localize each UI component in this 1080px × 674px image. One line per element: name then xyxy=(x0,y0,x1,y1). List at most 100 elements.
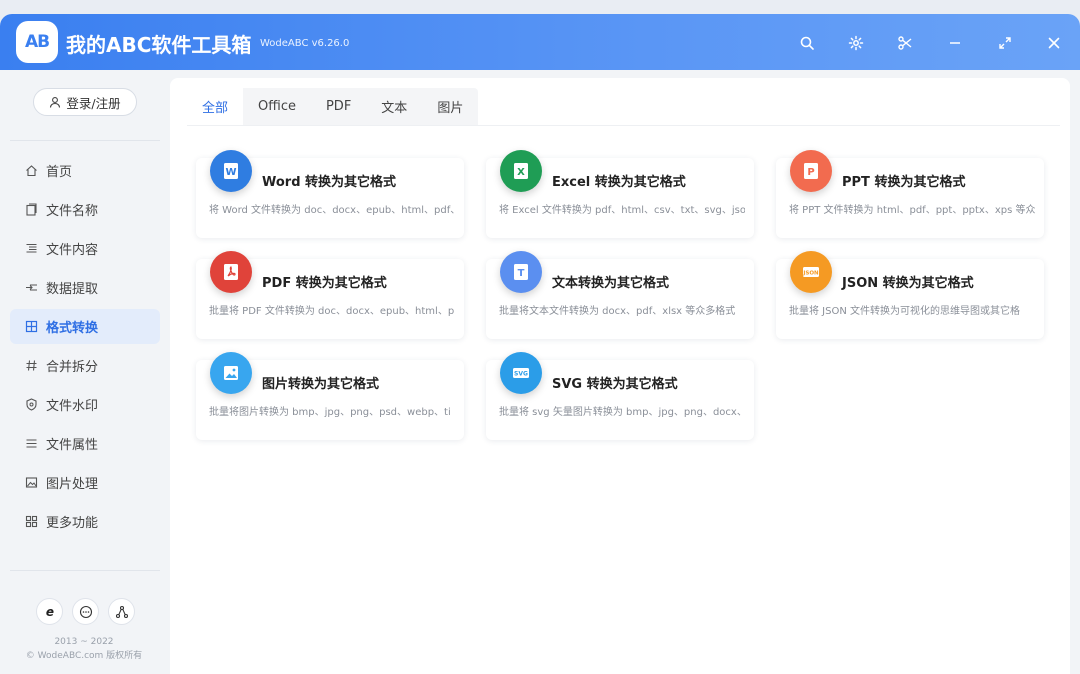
sidebar-item-more[interactable]: 更多功能 xyxy=(10,504,160,539)
file-name-icon xyxy=(25,203,37,216)
sidebar-item-home[interactable]: 首页 xyxy=(10,153,160,188)
sidebar-item-label: 数据提取 xyxy=(46,282,99,297)
data-extract-icon xyxy=(25,284,37,291)
app-logo: AB xyxy=(16,21,58,63)
sidebar-item-file-name[interactable]: 文件名称 xyxy=(10,192,160,227)
sidebar-item-image-process[interactable]: 图片处理 xyxy=(10,465,160,500)
ie-browser-icon: e xyxy=(45,605,53,619)
card-json[interactable]: JSON JSON 转换为其它格式 批量将 JSON 文件转换为可视化的思维导图… xyxy=(776,251,1044,339)
card-title: Word 转换为其它格式 xyxy=(262,175,397,190)
text-icon: T xyxy=(500,251,542,293)
search-icon xyxy=(800,36,814,50)
card-desc: 批量将文本文件转换为 docx、pdf、xlsx 等众多格式 xyxy=(499,306,736,317)
sidebar-item-file-content[interactable]: 文件内容 xyxy=(10,231,160,266)
tab-office[interactable]: Office xyxy=(243,88,311,125)
card-image[interactable]: 图片转换为其它格式 批量将图片转换为 bmp、jpg、png、psd、webp、… xyxy=(196,352,464,440)
sidebar-item-label: 格式转换 xyxy=(46,321,99,336)
sidebar-item-label: 文件水印 xyxy=(46,399,99,414)
ie-browser-button[interactable]: e xyxy=(36,598,63,625)
tabs-divider xyxy=(187,125,1060,126)
sidebar-item-label: 文件内容 xyxy=(46,243,99,258)
svg-text:e: e xyxy=(45,605,53,619)
app-logo-text: AB xyxy=(24,32,50,52)
json-icon: JSON xyxy=(790,251,832,293)
list-icon xyxy=(26,439,36,448)
chat-icon xyxy=(79,605,92,618)
title-bar: AB 我的ABC软件工具箱 WodeABC v6.26.0 xyxy=(0,14,1080,70)
image-file-icon xyxy=(210,352,252,394)
close-button[interactable] xyxy=(1043,32,1065,54)
main-panel: 全部 Office PDF 文本 图片 W Word 转换为其它格式 将 Wor… xyxy=(170,78,1070,674)
sidebar-item-merge-split[interactable]: 合并拆分 xyxy=(10,348,160,383)
card-word[interactable]: W Word 转换为其它格式 将 Word 文件转换为 doc、docx、epu… xyxy=(196,150,464,238)
maximize-button[interactable] xyxy=(994,32,1016,54)
file-content-icon xyxy=(26,243,36,253)
card-title: SVG 转换为其它格式 xyxy=(552,377,678,392)
hash-icon xyxy=(26,360,36,371)
card-title: PPT 转换为其它格式 xyxy=(842,175,966,190)
copyright-text: © WodeABC.com 版权所有 xyxy=(25,651,143,661)
svg-icon: SVG xyxy=(500,352,542,394)
card-desc: 批量将图片转换为 bmp、jpg、png、psd、webp、ti xyxy=(209,407,451,418)
shield-icon xyxy=(25,398,37,411)
format-convert-icon xyxy=(25,320,37,333)
card-excel[interactable]: X Excel 转换为其它格式 将 Excel 文件转换为 pdf、html、c… xyxy=(486,150,754,238)
share-button[interactable] xyxy=(108,598,135,625)
app-window: AB 我的ABC软件工具箱 WodeABC v6.26.0 登录/注册 首页 文… xyxy=(0,14,1080,674)
category-tabs: 全部 Office PDF 文本 图片 xyxy=(187,88,479,125)
sidebar-item-format-convert[interactable]: 格式转换 xyxy=(10,309,160,344)
app-version: WodeABC v6.26.0 xyxy=(260,38,350,49)
card-ppt[interactable]: P PPT 转换为其它格式 将 PPT 文件转换为 html、pdf、ppt、p… xyxy=(776,150,1044,238)
sidebar-item-file-props[interactable]: 文件属性 xyxy=(10,426,160,461)
scissors-icon xyxy=(898,36,912,50)
excel-icon: X xyxy=(500,150,542,192)
sidebar-item-data-extract[interactable]: 数据提取 xyxy=(10,270,160,305)
card-desc: 将 PPT 文件转换为 html、pdf、ppt、pptx、xps 等众 xyxy=(789,205,1035,216)
sidebar: 登录/注册 首页 文件名称 文件内容 数据提取 格式转换 合并拆分 文件水印 文… xyxy=(0,70,168,674)
svg-text:JSON: JSON xyxy=(802,271,819,277)
card-text[interactable]: T 文本转换为其它格式 批量将文本文件转换为 docx、pdf、xlsx 等众多… xyxy=(486,251,754,339)
card-title: 图片转换为其它格式 xyxy=(262,377,380,392)
sidebar-divider xyxy=(10,140,160,141)
share-icon xyxy=(115,605,128,618)
ppt-icon: P xyxy=(790,150,832,192)
tab-text[interactable]: 文本 xyxy=(366,88,422,125)
sidebar-bottom-icons: e xyxy=(36,598,135,625)
grid-icon xyxy=(25,515,37,528)
sidebar-item-label: 首页 xyxy=(46,165,73,180)
card-desc: 批量将 svg 矢量图片转换为 bmp、jpg、png、docx、 xyxy=(499,407,745,418)
card-pdf[interactable]: PDF 转换为其它格式 批量将 PDF 文件转换为 doc、docx、epub、… xyxy=(196,251,464,339)
search-button[interactable] xyxy=(796,32,818,54)
login-label: 登录/注册 xyxy=(66,95,121,111)
card-svg[interactable]: SVG SVG 转换为其它格式 批量将 svg 矢量图片转换为 bmp、jpg、… xyxy=(486,352,754,440)
tab-image[interactable]: 图片 xyxy=(422,88,478,125)
card-title: JSON 转换为其它格式 xyxy=(842,276,974,291)
tab-all[interactable]: 全部 xyxy=(187,88,244,125)
sidebar-nav: 首页 文件名称 文件内容 数据提取 格式转换 合并拆分 文件水印 文件属性 图片… xyxy=(10,153,160,543)
minimize-icon xyxy=(950,42,960,44)
sidebar-item-label: 合并拆分 xyxy=(46,360,99,375)
svg-text:X: X xyxy=(517,167,525,178)
sidebar-divider xyxy=(10,570,160,571)
minimize-button[interactable] xyxy=(944,32,966,54)
maximize-icon xyxy=(999,37,1011,49)
sidebar-item-label: 更多功能 xyxy=(46,516,99,531)
card-title: 文本转换为其它格式 xyxy=(552,276,670,291)
svg-text:W: W xyxy=(225,167,236,178)
sidebar-item-label: 文件属性 xyxy=(46,438,99,453)
home-icon xyxy=(25,165,37,177)
sidebar-item-watermark[interactable]: 文件水印 xyxy=(10,387,160,422)
sidebar-item-label: 图片处理 xyxy=(46,477,99,492)
card-title: Excel 转换为其它格式 xyxy=(552,175,686,190)
word-icon: W xyxy=(210,150,252,192)
image-icon xyxy=(25,477,37,488)
scissors-button[interactable] xyxy=(894,32,916,54)
svg-text:T: T xyxy=(518,268,525,279)
settings-button[interactable] xyxy=(845,32,867,54)
user-icon xyxy=(50,97,61,108)
copyright-years: 2013 ~ 2022 xyxy=(54,637,114,647)
card-title: PDF 转换为其它格式 xyxy=(262,276,387,291)
tab-pdf[interactable]: PDF xyxy=(311,88,366,125)
login-button[interactable]: 登录/注册 xyxy=(33,88,137,116)
chat-button[interactable] xyxy=(72,598,99,625)
